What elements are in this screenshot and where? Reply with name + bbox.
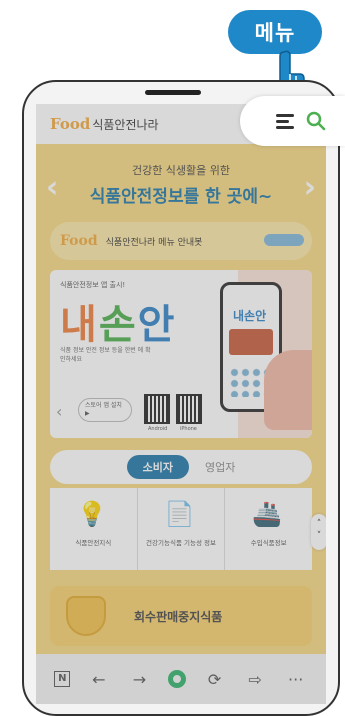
android-qr-code: [144, 394, 170, 424]
browser-toolbar: N ← → ⟳ ⇨ ···: [36, 654, 326, 704]
promo-title: 내손안: [60, 302, 177, 348]
more-icon[interactable]: ···: [284, 670, 308, 689]
menu-guide-bot[interactable]: Food 식품안전나라 메뉴 안내봇: [50, 222, 312, 260]
iphone-label: iPhone: [180, 426, 197, 432]
banner-subtitle: 건강한 식생활을 위한: [131, 164, 231, 177]
recall-banner[interactable]: 회수판매중지식품: [50, 586, 312, 646]
share-icon[interactable]: ⇨: [243, 670, 267, 689]
header-actions: [240, 96, 345, 146]
quick-menu-label: 식품안전지식: [75, 539, 112, 547]
ship-icon: 🚢: [252, 500, 283, 528]
mockup-title: 내손안: [233, 309, 267, 323]
promo-small-text: 식품안전정보 앱 출시!: [60, 281, 126, 289]
scroll-control[interactable]: ˄ ˅: [311, 514, 326, 550]
hand-illustration: [264, 350, 312, 430]
tab-business[interactable]: 영업자: [205, 459, 235, 475]
store-install-button[interactable]: 스토어 앱 설치 ▶: [78, 398, 132, 422]
search-icon[interactable]: [306, 111, 326, 131]
hero-banner: ‹ 건강한 식생활을 위한 식품안전정보를 한 곳에~ ›: [36, 144, 326, 220]
quick-menu-label: 건강기능식품 기능성 정보: [146, 539, 216, 547]
chevron-down-icon[interactable]: ˅: [311, 530, 326, 542]
chevron-up-icon[interactable]: ˄: [311, 518, 326, 530]
bot-image: [264, 234, 304, 246]
site-name[interactable]: 식품안전나라: [92, 116, 158, 133]
app-promo-banner[interactable]: 식품안전정보 앱 출시! 내손안 식품 정보 안전 정보 등을 한번 에 확인하…: [50, 270, 312, 438]
audience-tabs: 소비자 영업자: [50, 450, 312, 484]
banner-next-icon[interactable]: ›: [304, 170, 316, 205]
food-logo[interactable]: Food: [50, 115, 90, 133]
recall-label: 회수판매중지식품: [134, 609, 223, 624]
naver-icon[interactable]: N: [54, 671, 71, 687]
quick-menu-item[interactable]: 🚢 수입식품정보: [225, 488, 312, 570]
hamburger-menu-icon[interactable]: [276, 114, 294, 129]
android-label: Android: [148, 426, 168, 432]
mockup-food-image: [229, 329, 273, 355]
back-icon[interactable]: ←: [87, 670, 111, 689]
app-screen: Food 식품안전나라 ‹ 건강한 식생활을 위한 식품안전정보를 한 곳에~ …: [36, 104, 326, 704]
document-icon: 📄: [164, 500, 195, 528]
promo-prev-icon[interactable]: ‹: [56, 402, 62, 421]
quick-menu-item[interactable]: 📄 건강기능식품 기능성 정보: [138, 488, 226, 570]
quick-menu: 💡 식품안전지식 📄 건강기능식품 기능성 정보 🚢 수입식품정보: [50, 488, 312, 570]
quick-menu-item[interactable]: 💡 식품안전지식: [50, 488, 138, 570]
reload-icon[interactable]: ⟳: [203, 670, 227, 689]
phone-notch: [145, 90, 201, 95]
lightbulb-icon: 💡: [77, 500, 107, 528]
promo-description: 식품 정보 안전 정보 등을 한번 에 확인하세요: [60, 347, 151, 363]
quick-menu-label: 수입식품정보: [250, 539, 287, 547]
banner-prev-icon[interactable]: ‹: [46, 170, 58, 205]
home-icon[interactable]: [167, 670, 186, 688]
guide-logo: Food: [60, 233, 98, 249]
tab-consumer[interactable]: 소비자: [126, 455, 189, 479]
guide-text: 식품안전나라 메뉴 안내봇: [105, 237, 203, 248]
banner-title: 식품안전정보를 한 곳에~: [89, 187, 273, 207]
iphone-qr-code: [176, 394, 202, 424]
shield-icon: [66, 596, 106, 636]
menu-callout: 메뉴: [228, 10, 322, 54]
forward-icon[interactable]: →: [127, 670, 151, 689]
